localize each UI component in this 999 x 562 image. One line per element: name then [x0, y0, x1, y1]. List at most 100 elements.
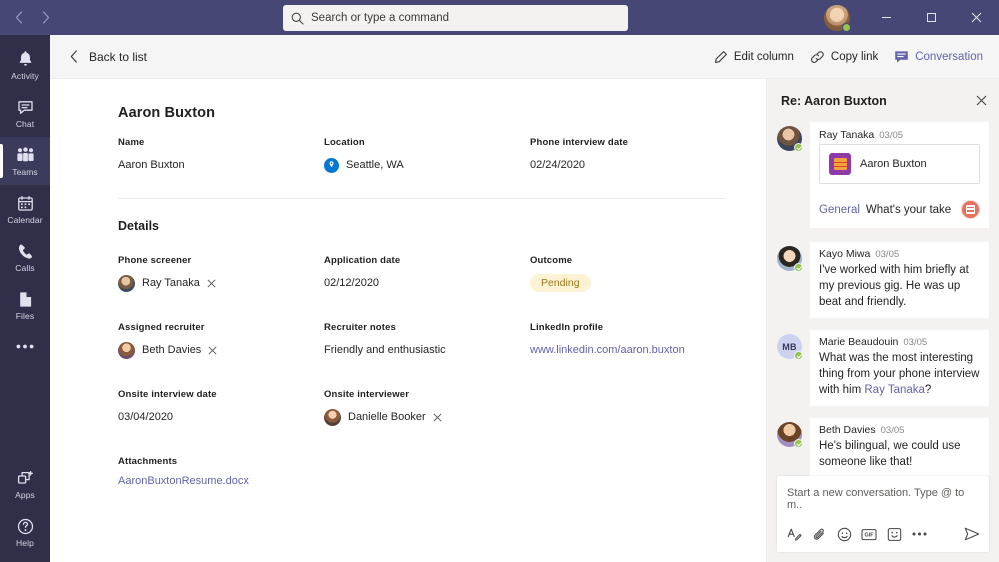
channel-mention[interactable]: General — [819, 204, 860, 216]
message-author: Marie Beaudouin — [819, 336, 899, 348]
page-title: Aaron Buxton — [118, 105, 216, 121]
field-phone-interview-date: Phone interview date 02/24/2020 — [530, 137, 726, 178]
lists-badge-icon — [961, 200, 980, 219]
conversation-icon — [894, 50, 909, 64]
field-label: Name — [118, 137, 145, 148]
sidebar-item-files[interactable]: Files — [0, 281, 50, 329]
sidebar-item-calls[interactable]: Calls — [0, 233, 50, 281]
field-value: 02/24/2020 — [530, 159, 586, 171]
remove-person-icon[interactable] — [207, 278, 216, 288]
field-location: Location Seattle, WA — [324, 137, 520, 178]
message-text: What was the most interesting thing from… — [819, 350, 980, 398]
sidebar-item-label: Apps — [15, 490, 35, 500]
maximize-button[interactable] — [909, 0, 954, 35]
compose-area: Start a new conversation. Type @ to m.. — [767, 476, 999, 562]
field-name: Name Aaron Buxton — [118, 137, 314, 178]
copy-link-button[interactable]: Copy link — [810, 50, 878, 64]
back-to-list-label: Back to list — [89, 49, 148, 64]
attach-icon[interactable] — [808, 523, 830, 545]
message-text: I've worked with him briefly at my previ… — [819, 264, 969, 308]
message-text: He's bilingual, we could use someone lik… — [819, 440, 961, 468]
gif-icon[interactable]: GIF — [858, 523, 880, 545]
avatar — [324, 408, 341, 426]
user-avatar[interactable] — [824, 4, 851, 32]
person-name: Beth Davies — [142, 344, 202, 356]
close-icon[interactable] — [974, 94, 989, 107]
message-timestamp: 03/05 — [879, 130, 904, 141]
send-icon[interactable] — [961, 523, 983, 545]
field-value-person: Danielle Booker — [324, 408, 520, 426]
remove-person-icon[interactable] — [208, 345, 217, 355]
search-bar[interactable]: Search or type a command — [283, 5, 628, 31]
sidebar-item-activity[interactable]: Activity — [0, 41, 50, 89]
field-application-date: Application date 02/12/2020 — [324, 255, 520, 296]
field-label: Recruiter notes — [324, 322, 396, 333]
teams-app-window: Search or type a command Activity Chat T… — [0, 0, 999, 562]
field-value: Friendly and enthusiastic — [324, 344, 446, 356]
sidebar-item-teams[interactable]: Teams — [0, 137, 50, 185]
message-text: What's your take — [865, 203, 952, 216]
sidebar-more-options-icon[interactable] — [0, 329, 50, 363]
field-onsite-interview-date: Onsite interview date 03/04/2020 — [118, 389, 314, 430]
back-nav-icon[interactable] — [10, 7, 28, 29]
back-to-list-button[interactable]: Back to list — [50, 50, 147, 64]
field-phone-screener: Phone screener Ray Tanaka — [118, 255, 314, 296]
user-mention[interactable]: Ray Tanaka — [864, 384, 925, 396]
sticker-icon[interactable] — [883, 523, 905, 545]
search-input[interactable]: Search or type a command — [311, 12, 449, 24]
format-icon[interactable] — [783, 523, 805, 545]
field-label: Phone interview date — [530, 137, 629, 148]
sidebar-item-apps[interactable]: Apps — [0, 460, 50, 508]
attached-record-card[interactable]: Aaron Buxton — [819, 144, 980, 184]
field-label: Application date — [324, 255, 401, 266]
avatar-initials: MB — [782, 341, 797, 352]
nav-arrows — [0, 7, 55, 29]
avatar — [777, 126, 803, 152]
message-author: Beth Davies — [819, 424, 876, 436]
bell-icon — [17, 49, 34, 69]
sidebar-item-calendar[interactable]: Calendar — [0, 185, 50, 233]
presence-indicator — [794, 263, 803, 272]
help-icon — [17, 516, 34, 536]
details-heading: Details — [118, 219, 159, 233]
copy-link-label: Copy link — [830, 50, 879, 63]
left-navigation-rail: Activity Chat Teams Calendar Calls Files… — [0, 35, 50, 562]
message-card: Ray Tanaka 03/05 Aaron Buxton — [810, 122, 989, 193]
field-label: Location — [324, 137, 365, 148]
presence-indicator — [842, 22, 851, 32]
conversation-button[interactable]: Conversation — [894, 50, 983, 64]
main-row: Aaron Buxton Name Aaron Buxton Location — [50, 79, 999, 562]
message-meta: Beth Davies 03/05 — [819, 424, 980, 436]
chevron-left-icon — [70, 50, 78, 63]
avatar — [777, 422, 803, 448]
sidebar-item-label: Help — [16, 538, 34, 548]
linkedin-link[interactable]: www.linkedin.com/aaron.buxton — [530, 341, 726, 359]
svg-text:GIF: GIF — [865, 532, 875, 538]
message-item: MB Marie Beaudouin 03/05 What was the mo… — [777, 330, 989, 406]
forward-nav-icon[interactable] — [38, 7, 56, 29]
center-column: Back to list Edit column Copy link Conve… — [50, 35, 999, 562]
conversation-messages[interactable]: Ray Tanaka 03/05 Aaron Buxton General Wh… — [767, 118, 999, 476]
message-timestamp: 03/05 — [875, 249, 900, 260]
sidebar-item-label: Chat — [15, 119, 35, 129]
attachment-file-link[interactable]: AaronBuxtonResume.docx — [118, 475, 726, 487]
avatar — [118, 341, 135, 359]
details-row-3: Onsite interview date 03/04/2020 Onsite … — [118, 389, 726, 430]
minimize-button[interactable] — [864, 0, 909, 35]
message-input[interactable]: Start a new conversation. Type @ to m.. — [777, 476, 989, 521]
message-card-footer: General What's your take — [810, 193, 989, 228]
sidebar-item-help[interactable]: Help — [0, 508, 50, 556]
close-button[interactable] — [954, 0, 999, 35]
field-value: Aaron Buxton — [118, 159, 185, 171]
edit-column-button[interactable]: Edit column — [714, 50, 794, 64]
more-icon[interactable] — [908, 523, 930, 545]
emoji-icon[interactable] — [833, 523, 855, 545]
edit-column-label: Edit column — [733, 50, 794, 63]
sidebar-item-label: Calendar — [7, 215, 43, 225]
details-row-1: Phone screener Ray Tanaka Application da… — [118, 255, 726, 296]
conversation-panel: Re: Aaron Buxton Ray Tanaka 03/05 Aaron … — [766, 79, 999, 562]
sidebar-item-chat[interactable]: Chat — [0, 89, 50, 137]
field-onsite-interviewer: Onsite interviewer Danielle Booker — [324, 389, 520, 430]
file-icon — [18, 289, 33, 309]
remove-person-icon[interactable] — [433, 412, 442, 422]
